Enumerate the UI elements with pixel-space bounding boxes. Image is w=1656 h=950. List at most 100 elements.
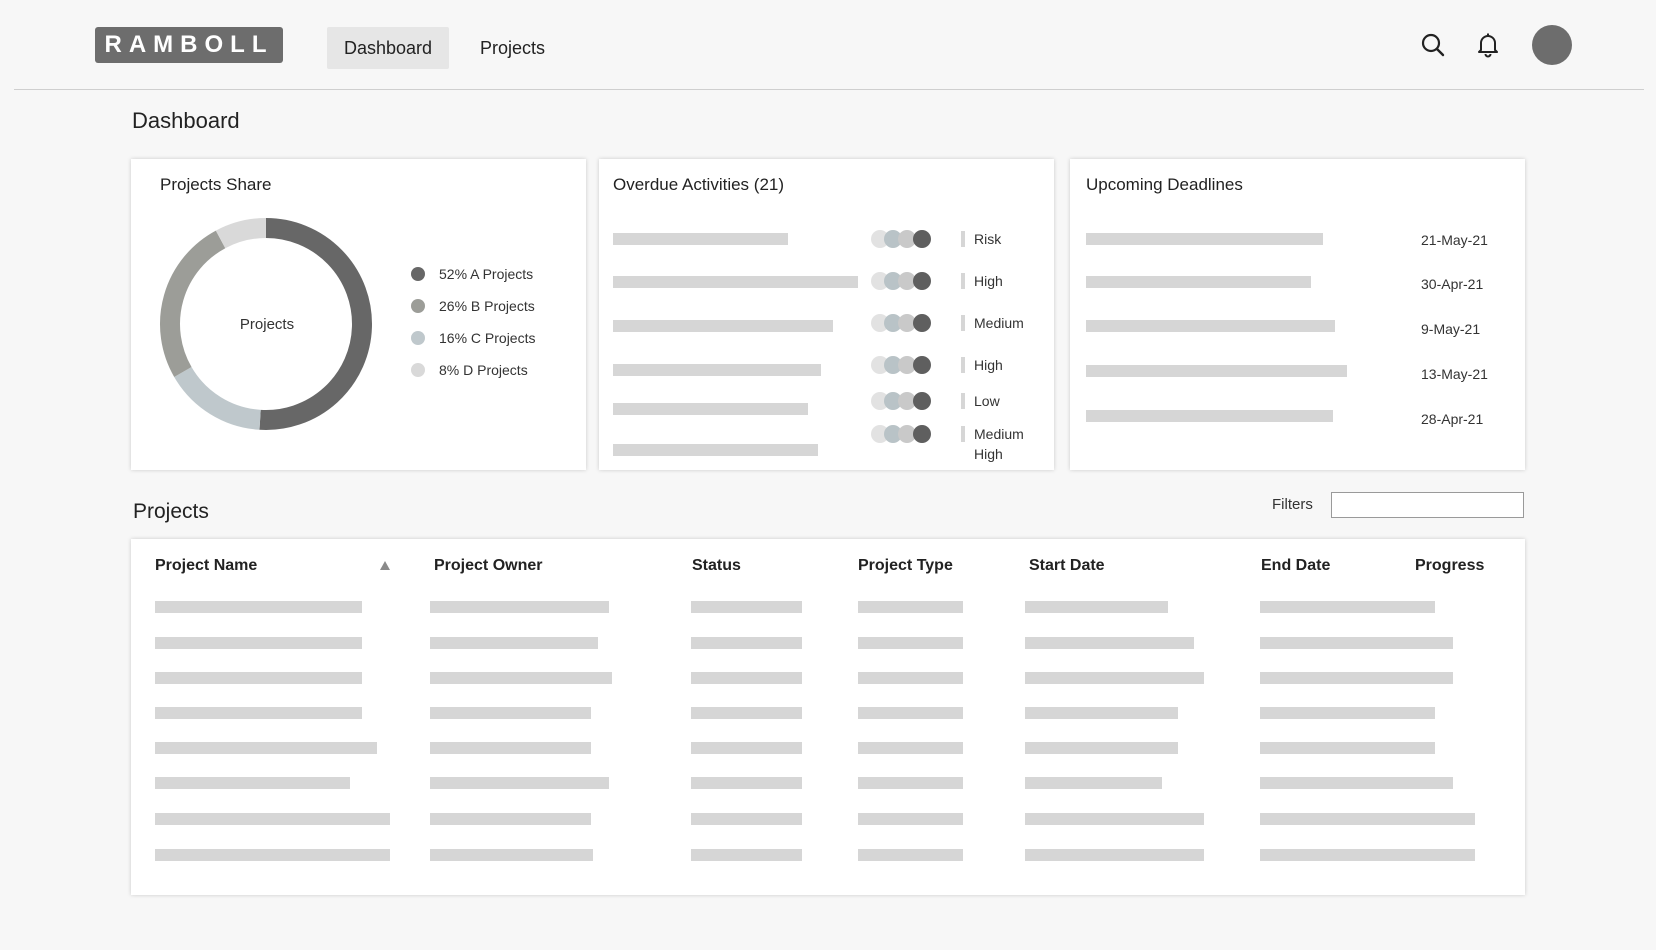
table-cell-placeholder [155, 742, 377, 754]
activity-placeholder [613, 444, 818, 456]
column-header-project-name[interactable]: Project Name [155, 557, 257, 575]
projects-share-card: Projects Share Projects 52% A Projects 2… [131, 159, 586, 470]
filters-input[interactable] [1331, 492, 1524, 518]
severity-marker [961, 426, 965, 442]
table-cell-placeholder [858, 601, 963, 613]
activity-placeholder [613, 320, 833, 332]
severity-label: Medium High [974, 426, 1024, 462]
legend-label-b: 26% B Projects [439, 298, 535, 314]
table-cell-placeholder [430, 637, 598, 649]
table-cell-placeholder [1025, 707, 1178, 719]
deadline-placeholder [1086, 365, 1347, 377]
table-cell-placeholder [430, 849, 593, 861]
legend-dot-b [411, 299, 425, 313]
donut-slice-b-projects [160, 230, 226, 377]
column-header-project-owner[interactable]: Project Owner [434, 557, 542, 575]
table-cell-placeholder [691, 849, 802, 861]
filters-label: Filters [1272, 496, 1313, 513]
severity-marker [961, 315, 965, 331]
severity-label: Low [974, 393, 1000, 409]
deadline-date: 30-Apr-21 [1421, 276, 1484, 292]
table-cell-placeholder [155, 707, 362, 719]
deadline-placeholder [1086, 233, 1323, 245]
legend-label-c: 16% C Projects [439, 330, 536, 346]
activity-placeholder [613, 233, 788, 245]
table-cell-placeholder [691, 742, 802, 754]
projects-section-title: Projects [133, 500, 209, 523]
header-divider [14, 89, 1644, 90]
deadline-placeholder [1086, 410, 1333, 422]
legend-dot-c [411, 331, 425, 345]
upcoming-deadlines-card: Upcoming Deadlines 21-May-21 30-Apr-21 9… [1070, 159, 1525, 470]
table-cell-placeholder [858, 637, 963, 649]
column-header-status[interactable]: Status [692, 557, 741, 575]
sort-ascending-icon[interactable] [380, 561, 390, 570]
upcoming-deadlines-title: Upcoming Deadlines [1086, 175, 1243, 194]
table-cell-placeholder [1260, 672, 1453, 684]
legend-label-a: 52% A Projects [439, 266, 534, 282]
legend-item-a: 52% A Projects [411, 265, 533, 283]
table-cell-placeholder [430, 601, 609, 613]
table-cell-placeholder [691, 637, 802, 649]
search-icon[interactable] [1418, 30, 1448, 60]
nav-projects[interactable]: Projects [480, 27, 545, 69]
overdue-activities-card: Overdue Activities (21) Risk High Medium… [599, 159, 1054, 470]
severity-label: Risk [974, 231, 1002, 247]
deadline-date: 21-May-21 [1421, 232, 1488, 248]
column-header-progress[interactable]: Progress [1415, 557, 1484, 575]
table-cell-placeholder [1025, 813, 1204, 825]
ramboll-logo[interactable]: RAMBOLL [95, 27, 283, 63]
bell-icon[interactable] [1473, 30, 1503, 60]
deadline-placeholder [1086, 320, 1335, 332]
table-cell-placeholder [691, 601, 802, 613]
top-bar: RAMBOLL Dashboard Projects [0, 0, 1656, 90]
column-header-project-type[interactable]: Project Type [858, 557, 953, 575]
activity-placeholder [613, 403, 808, 415]
legend-label-d: 8% D Projects [439, 362, 528, 378]
column-header-start-date[interactable]: Start Date [1029, 557, 1105, 575]
table-cell-placeholder [155, 849, 390, 861]
legend-dot-d [411, 363, 425, 377]
table-cell-placeholder [1025, 601, 1168, 613]
table-cell-placeholder [430, 813, 591, 825]
table-cell-placeholder [1260, 601, 1435, 613]
donut-slice-d-projects [215, 218, 267, 249]
legend-item-c: 16% C Projects [411, 329, 535, 347]
table-cell-placeholder [1025, 637, 1194, 649]
table-cell-placeholder [858, 742, 963, 754]
legend-item-b: 26% B Projects [411, 297, 535, 315]
severity-dots [871, 424, 933, 444]
legend-dot-a [411, 267, 425, 281]
activity-placeholder [613, 276, 858, 288]
nav-dashboard[interactable]: Dashboard [327, 27, 450, 69]
severity-dots [871, 391, 933, 411]
table-cell-placeholder [430, 672, 612, 684]
table-cell-placeholder [1025, 777, 1162, 789]
table-cell-placeholder [430, 777, 609, 789]
table-cell-placeholder [1260, 813, 1475, 825]
table-cell-placeholder [691, 777, 802, 789]
table-cell-placeholder [1025, 672, 1204, 684]
table-cell-placeholder [858, 777, 963, 789]
severity-dots [871, 229, 933, 249]
severity-marker [961, 231, 965, 247]
table-cell-placeholder [858, 707, 963, 719]
table-cell-placeholder [691, 813, 802, 825]
column-header-end-date[interactable]: End Date [1261, 557, 1330, 575]
activity-placeholder [613, 364, 821, 376]
table-cell-placeholder [155, 672, 362, 684]
legend-item-d: 8% D Projects [411, 361, 528, 379]
table-cell-placeholder [1260, 777, 1453, 789]
severity-dots [871, 313, 933, 333]
severity-marker [961, 393, 965, 409]
table-cell-placeholder [155, 777, 350, 789]
deadline-date: 9-May-21 [1421, 321, 1481, 337]
severity-marker [961, 357, 965, 373]
table-cell-placeholder [858, 849, 963, 861]
deadline-placeholder [1086, 276, 1311, 288]
avatar[interactable] [1532, 25, 1572, 65]
table-cell-placeholder [1260, 707, 1435, 719]
severity-marker [961, 273, 965, 289]
donut-center-label: Projects [239, 316, 295, 333]
table-cell-placeholder [155, 813, 390, 825]
